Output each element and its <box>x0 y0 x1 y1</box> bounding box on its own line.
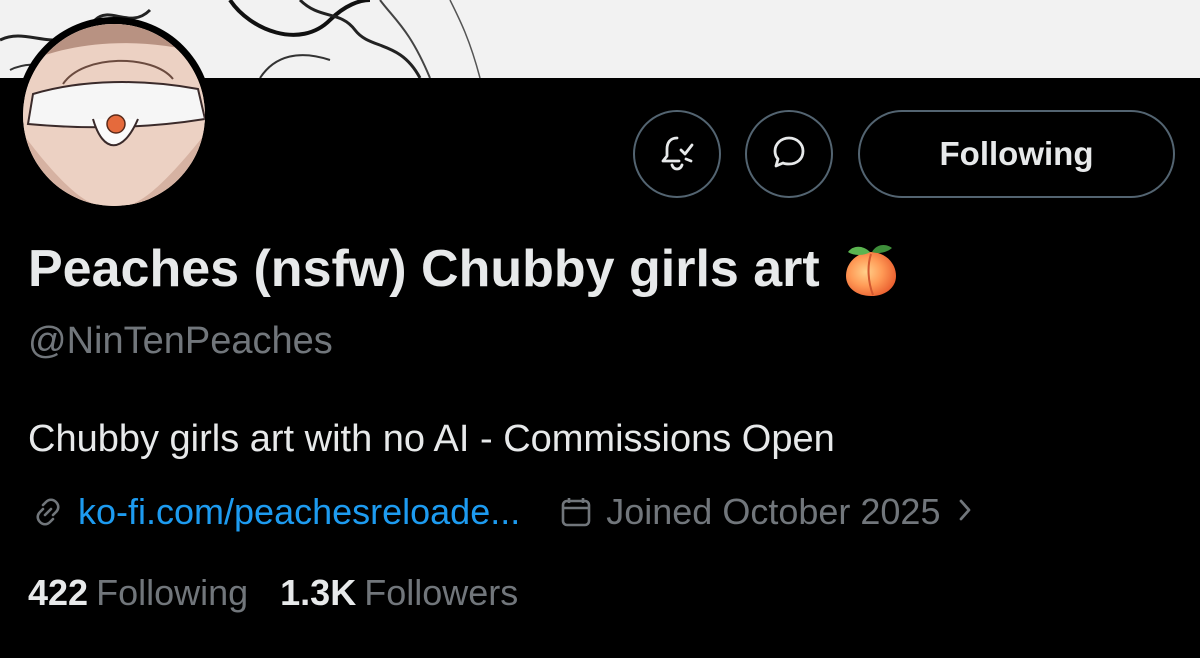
display-name-text: Peaches (nsfw) Chubby girls art <box>28 240 820 298</box>
following-stat[interactable]: 422 Following <box>28 572 248 614</box>
profile-meta: ko-fi.com/peachesreloade... Joined Octob… <box>28 490 974 534</box>
following-label: Following <box>96 572 249 613</box>
peach-emoji-icon <box>840 238 902 300</box>
followers-label: Followers <box>364 572 519 613</box>
profile-handle: @NinTenPeaches <box>28 320 333 362</box>
avatar-image <box>23 24 205 206</box>
calendar-icon <box>556 492 596 532</box>
profile-stats: 422 Following 1.3K Followers <box>28 572 550 614</box>
followers-count: 1.3K <box>280 572 357 613</box>
joined-text: Joined October 2025 <box>606 491 941 532</box>
chevron-right-icon <box>956 491 974 533</box>
following-button[interactable]: Following <box>858 110 1175 198</box>
profile-avatar[interactable] <box>16 17 212 213</box>
message-button[interactable] <box>745 110 833 198</box>
joined-date[interactable]: Joined October 2025 <box>556 491 974 533</box>
display-name: Peaches (nsfw) Chubby girls art <box>28 238 902 300</box>
website-link[interactable]: ko-fi.com/peachesreloade... <box>78 491 520 533</box>
link-icon <box>28 492 68 532</box>
profile-bio: Chubby girls art with no AI - Commission… <box>28 418 835 460</box>
notification-bell-button[interactable] <box>633 110 721 198</box>
following-count: 422 <box>28 572 89 613</box>
followers-stat[interactable]: 1.3K Followers <box>280 572 518 614</box>
bell-check-icon <box>657 132 697 177</box>
message-icon <box>769 132 809 177</box>
